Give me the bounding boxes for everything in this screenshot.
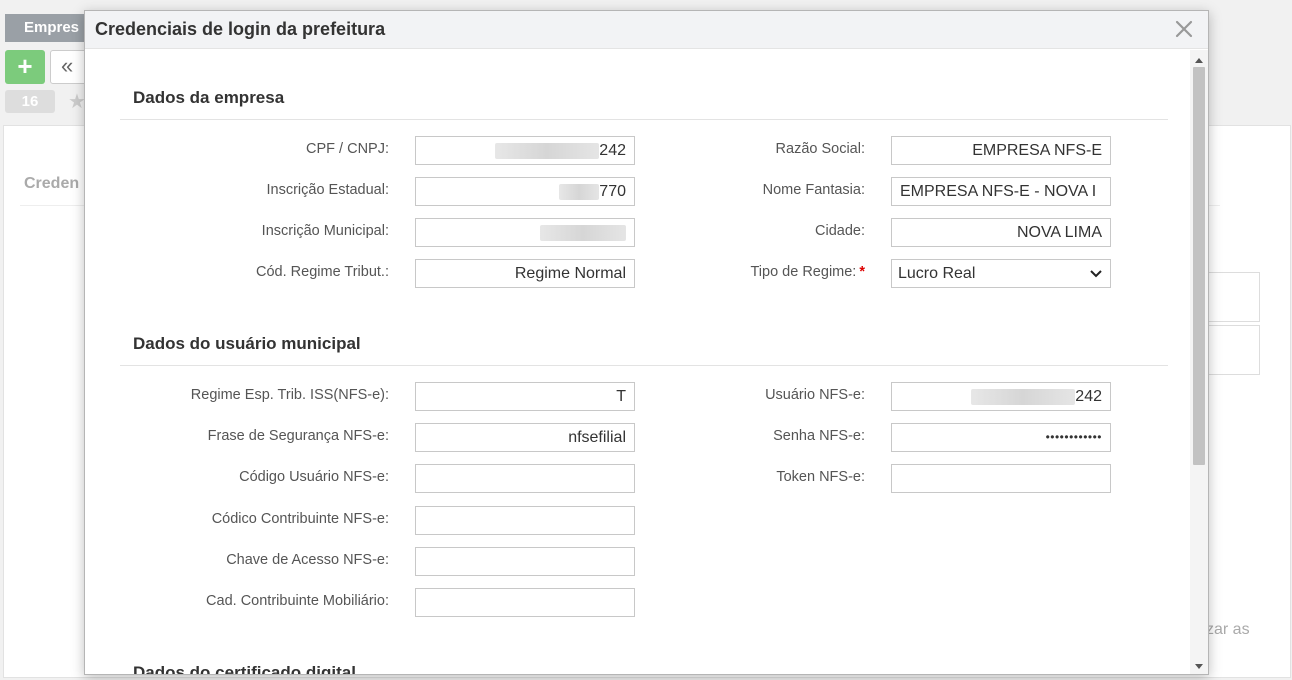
close-icon[interactable] [1172,17,1196,41]
count-badge: 16 [5,90,55,113]
tipo-regime-label: Tipo de Regime: * [750,264,865,280]
modal-scrollbar[interactable] [1190,50,1208,674]
required-marker: * [859,264,865,280]
usuario-nfse-value: 242 [1075,388,1102,405]
tipo-regime-label-text: Tipo de Regime: [750,264,857,280]
modal-header: Credenciais de login da prefeitura [85,11,1208,49]
background-section-title: Creden [24,175,80,192]
inscricao-estadual-value: 770 [599,183,626,200]
codico-contribuinte-field[interactable] [415,506,635,535]
inscricao-estadual-field[interactable]: 770 [415,177,635,206]
inscricao-estadual-label: Inscrição Estadual: [266,182,389,198]
usuario-nfse-field[interactable]: 242 [891,382,1111,411]
modal-body: Dados da empresa CPF / CNPJ: 242 Inscriç… [85,50,1191,675]
cidade-field[interactable]: NOVA LIMA [891,218,1111,247]
codigo-usuario-label: Código Usuário NFS-e: [239,469,389,485]
scroll-up-arrow-icon[interactable] [1195,58,1203,63]
section-divider [120,119,1168,120]
cpf-cnpj-value: 242 [599,142,626,159]
chave-acesso-field[interactable] [415,547,635,576]
close-button[interactable] [1172,17,1196,41]
add-button[interactable]: + [5,50,45,84]
cpf-cnpj-label: CPF / CNPJ: [306,141,389,157]
redacted-mask [971,388,1076,405]
codico-contribuinte-label: Códico Contribuinte NFS-e: [211,511,389,527]
regime-tribut-label: Cód. Regime Tribut.: [256,264,389,280]
codigo-usuario-field[interactable] [415,464,635,493]
section-title-usuario: Dados do usuário municipal [133,334,361,353]
usuario-nfse-label: Usuário NFS-e: [765,387,865,403]
senha-nfse-label: Senha NFS-e: [773,428,865,444]
regime-esp-field[interactable]: T [415,382,635,411]
section-title-empresa: Dados da empresa [133,88,285,107]
cidade-label: Cidade: [815,223,865,239]
nome-fantasia-label: Nome Fantasia: [762,182,865,198]
chevron-down-icon [1090,270,1102,278]
background-textarea[interactable] [1205,272,1260,322]
background-text: zar as [1206,621,1250,638]
frase-seguranca-label: Frase de Segurança NFS-e: [207,428,389,444]
cad-contribuinte-field[interactable] [415,588,635,617]
token-nfse-label: Token NFS-e: [776,469,865,485]
modal-title: Credenciais de login da prefeitura [95,19,386,39]
scroll-down-arrow-icon[interactable] [1195,664,1203,669]
senha-nfse-field[interactable]: •••••••••••• [891,423,1111,452]
redacted-mask [559,183,600,200]
background-tab-empresas[interactable]: Empres [5,14,95,42]
inscricao-municipal-label: Inscrição Municipal: [261,223,389,239]
regime-tribut-field[interactable]: Regime Normal [415,259,635,288]
section-divider [120,365,1168,366]
cad-contribuinte-label: Cad. Contribuinte Mobiliário: [206,593,389,609]
tipo-regime-select[interactable]: Lucro Real [891,259,1111,288]
section-title-certificado: Dados do certificado digital [133,663,356,675]
chave-acesso-label: Chave de Acesso NFS-e: [226,552,389,568]
redacted-mask [540,224,626,241]
razao-social-field[interactable]: EMPRESA NFS-E [891,136,1111,165]
razao-social-label: Razão Social: [775,141,865,157]
inscricao-municipal-field[interactable] [415,218,635,247]
credentials-modal: Credenciais de login da prefeitura Dados… [84,10,1209,675]
cpf-cnpj-field[interactable]: 242 [415,136,635,165]
tipo-regime-selected-value: Lucro Real [898,265,976,282]
frase-seguranca-field[interactable]: nfsefilial [415,423,635,452]
background-textarea[interactable] [1205,325,1260,375]
scrollbar-thumb[interactable] [1193,67,1205,465]
token-nfse-field[interactable] [891,464,1111,493]
regime-esp-label: Regime Esp. Trib. ISS(NFS-e): [190,387,389,403]
nome-fantasia-field[interactable]: EMPRESA NFS-E - NOVA I [891,177,1111,206]
redacted-mask [495,142,600,159]
